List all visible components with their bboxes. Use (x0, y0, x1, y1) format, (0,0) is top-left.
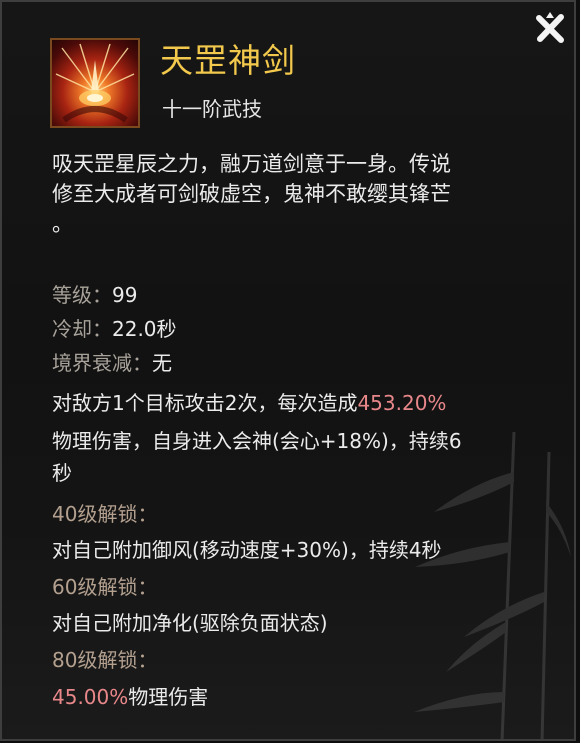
flaming-sword-burst-icon (55, 43, 135, 123)
level-label: 等级： (52, 283, 112, 307)
cooldown-label: 冷却： (52, 317, 112, 341)
unlock-80-percent: 45.00% (52, 685, 129, 709)
skill-rank: 十一阶武技 (162, 97, 262, 121)
unlock-60-label: 60级解锁： (52, 575, 158, 599)
unlock-40-label: 40级解锁： (52, 502, 158, 526)
skill-description: 吸天罡星辰之力，融万道剑意于一身。传说 修至大成者可剑破虚空，鬼神不敢缨其锋芒 … (52, 149, 532, 239)
skill-icon (50, 38, 140, 128)
cooldown-value: 22.0秒 (112, 317, 177, 341)
description-line: 修至大成者可剑破虚空，鬼神不敢缨其锋芒 (52, 182, 451, 206)
unlock-80-effect: 45.00%物理伤害 (52, 682, 208, 712)
decay-stat: 境界衰减：无 (52, 348, 172, 378)
unlock-80-label: 80级解锁： (52, 648, 158, 672)
unlock-60-text: 对自己附加净化(驱除负面状态) (52, 611, 328, 635)
cooldown-stat: 冷却：22.0秒 (52, 314, 177, 344)
damage-percent: 453.20% (357, 391, 447, 415)
unlock-80-text: 物理伤害 (128, 685, 209, 709)
decay-label: 境界衰减： (52, 351, 152, 375)
skill-name: 天罡神剑 (160, 41, 296, 80)
description-line: 。 (52, 212, 73, 236)
level-stat: 等级：99 (52, 280, 137, 310)
level-value: 99 (112, 283, 138, 307)
unlock-40-text: 对自己附加御风(移动速度+30%)，持续4秒 (52, 538, 442, 562)
description-line: 吸天罡星辰之力，融万道剑意于一身。传说 (52, 152, 451, 176)
close-x-icon[interactable] (530, 8, 570, 48)
effect-line-3: 秒 (52, 461, 72, 485)
effect-line-1: 对敌方1个目标攻击2次，每次造成453.20% (52, 388, 446, 418)
effect-text: 对敌方1个目标攻击2次，每次造成 (52, 391, 358, 415)
effect-line-2: 物理伤害，自身进入会神(会心+18%)，持续6 (52, 429, 462, 453)
bamboo-decoration (414, 432, 571, 739)
skill-tooltip-panel: 天罡神剑 十一阶武技 吸天罡星辰之力，融万道剑意于一身。传说 修至大成者可剑破虚… (0, 0, 576, 741)
decay-value: 无 (152, 351, 172, 375)
